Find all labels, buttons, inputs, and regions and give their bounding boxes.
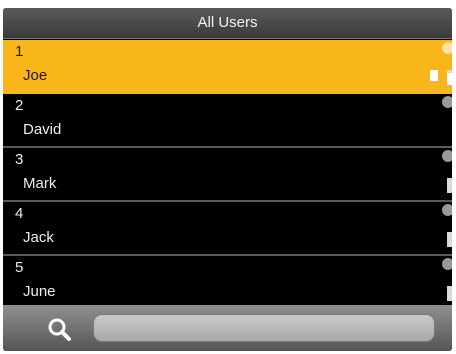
user-name: David [23,121,62,138]
key-icon [447,286,452,301]
user-number: 3 [15,151,24,168]
user-row-3[interactable]: 3 Mark [3,148,452,202]
title-bar: All Users [3,8,452,39]
key-icon [447,70,452,85]
card-icon [430,70,438,81]
search-input[interactable] [93,314,435,342]
user-number: 2 [15,97,24,114]
user-name: Joe [23,67,48,84]
user-row-2[interactable]: 2 David [3,94,452,148]
page-title: All Users [197,14,258,31]
user-name: Mark [23,175,57,192]
status-icon [442,96,452,108]
status-icon [442,204,452,216]
user-list: 1 Joe 2 David 3 Mark 4 Jack 5 June [3,40,452,310]
status-icon [442,258,452,270]
key-icon [447,232,452,247]
user-row-5[interactable]: 5 June [3,256,452,310]
search-bar [3,305,452,351]
status-icon [442,150,452,162]
key-icon [447,178,452,193]
user-number: 4 [15,205,24,222]
user-name: June [23,283,56,300]
user-row-4[interactable]: 4 Jack [3,202,452,256]
user-number: 5 [15,259,24,276]
user-row-1[interactable]: 1 Joe [3,40,452,94]
search-icon[interactable] [47,317,71,341]
status-icon [442,42,452,54]
user-number: 1 [15,43,24,60]
device-screen: All Users 1 Joe 2 David 3 Mark 4 Jack 5 … [3,8,452,351]
user-name: Jack [23,229,54,246]
